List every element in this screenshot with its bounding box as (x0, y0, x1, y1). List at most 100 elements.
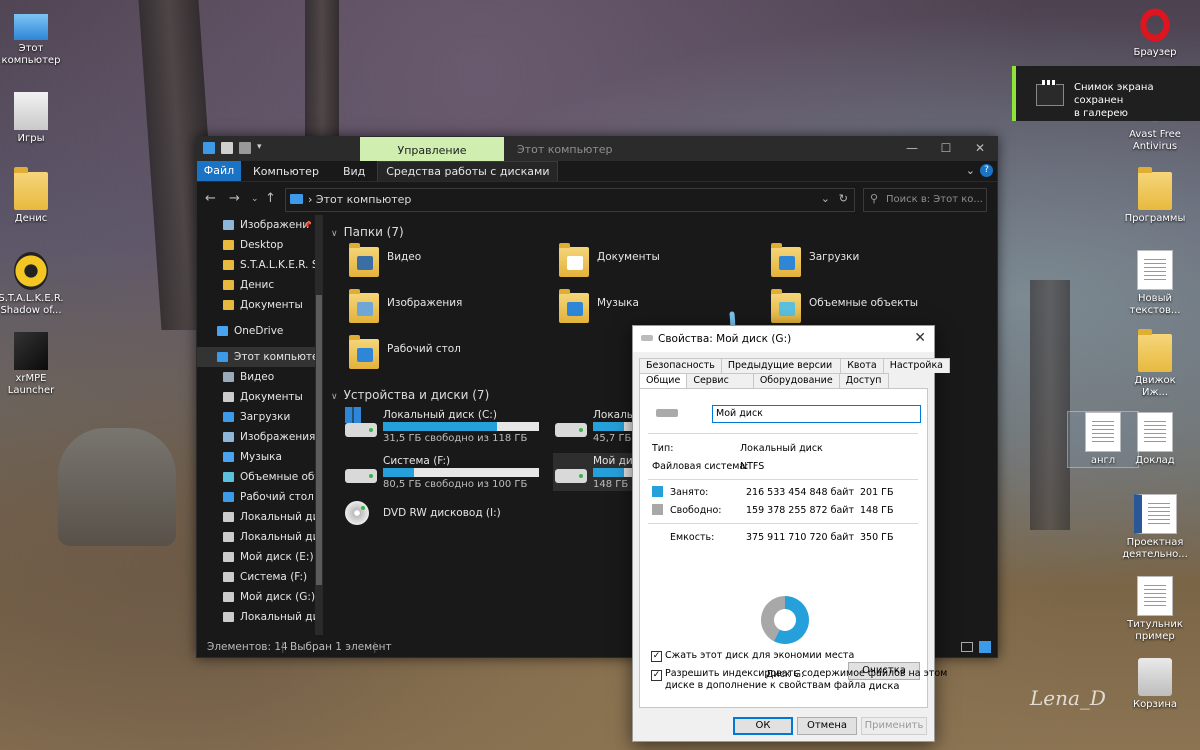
drive-name-field[interactable]: Мой диск (712, 405, 921, 423)
chevron-down-icon[interactable]: ⌄ (821, 192, 830, 205)
drives-section-header[interactable]: ∨ Устройства и диски (7) (331, 388, 489, 402)
desktop-icon-12[interactable]: Проектная деятельно... (1120, 494, 1190, 561)
folders-header-label: Папки (7) (343, 225, 404, 239)
forward-arrow-icon[interactable]: → (229, 191, 240, 206)
desktop-icon-3[interactable]: S.T.A.L.K.E.R. Shadow of... (0, 252, 66, 317)
help-icon[interactable]: ? (980, 164, 993, 177)
chevron-down-icon[interactable]: ⌄ (966, 164, 975, 177)
desktop-icon-11[interactable]: Доклад (1120, 412, 1190, 467)
index-label-line2: диске в дополнение к свойствам файла (665, 680, 866, 691)
nav-item[interactable]: Денис (197, 275, 317, 295)
nav-item[interactable]: Видео (197, 367, 317, 387)
dialog-tab[interactable]: Настройка (882, 358, 951, 373)
nav-item[interactable]: Документы (197, 295, 317, 315)
nav-scrollbar[interactable] (315, 215, 323, 635)
desktop-icon-5[interactable]: Браузер (1120, 6, 1190, 59)
ok-button[interactable]: ОК (733, 717, 793, 735)
address-bar[interactable]: › Этот компьютер ⌄ ↻ (285, 188, 855, 212)
tab-manage[interactable]: Управление (360, 137, 504, 161)
desktop-icon-4[interactable]: xrMPE Launcher (0, 332, 66, 397)
breadcrumb-item[interactable]: Этот компьютер (316, 193, 412, 206)
nav-item[interactable]: Рабочий стол (197, 487, 317, 507)
search-input[interactable]: ⚲ Поиск в: Этот ко... (863, 188, 987, 212)
close-icon[interactable]: ✕ (914, 330, 926, 346)
cancel-button[interactable]: Отмена (797, 717, 857, 735)
divider (648, 523, 918, 524)
nav-item[interactable]: Изображени 📌 (197, 215, 317, 235)
folder-overlay-icon (357, 348, 373, 362)
nav-item[interactable]: Мой диск (E:) (197, 547, 317, 567)
nav-item[interactable]: Мой диск (G:) (197, 587, 317, 607)
dialog-tab[interactable]: Доступ (838, 373, 889, 388)
download-icon (223, 412, 234, 422)
computer-icon (290, 194, 303, 204)
new-folder-icon[interactable] (239, 142, 251, 154)
tab-view[interactable]: Вид (331, 165, 377, 178)
drive-item[interactable]: DVD RW дисковод (I:) (343, 497, 553, 535)
folder-item[interactable]: Изображения (349, 289, 539, 331)
nav-item[interactable]: Локальный дис (197, 607, 317, 627)
tab-computer[interactable]: Компьютер (241, 165, 331, 178)
nav-item-label: Мой диск (E:) (240, 551, 314, 563)
document-icon (1137, 576, 1173, 616)
nav-item[interactable]: Локальный дис (197, 527, 317, 547)
desktop-icon-14[interactable]: Корзина (1120, 658, 1190, 711)
screenshot-toast[interactable]: Снимок экрана сохранен в галерею (1012, 66, 1200, 121)
used-gb: 201 ГБ (860, 487, 894, 498)
folder-item[interactable]: Рабочий стол (349, 335, 539, 377)
close-button[interactable]: ✕ (963, 137, 997, 161)
back-arrow-icon[interactable]: ← (205, 191, 216, 206)
drive-item[interactable]: Локальный диск (C:) 31,5 ГБ свободно из 1… (343, 407, 553, 445)
nav-item[interactable]: S.T.A.L.K.E.R. Sha (197, 255, 317, 275)
refresh-icon[interactable]: ↻ (839, 192, 848, 205)
nav-item[interactable]: Локальный дис (197, 507, 317, 527)
drive-usage-fill (383, 468, 415, 477)
details-view-icon[interactable] (961, 642, 973, 652)
computer-icon[interactable] (203, 142, 215, 154)
up-arrow-icon[interactable]: ↑ (265, 191, 276, 206)
customize-toolbar-icon[interactable]: ▾ (257, 142, 265, 154)
minimize-button[interactable]: — (895, 137, 929, 161)
desktop-icon-1[interactable]: Игры (0, 92, 66, 145)
tab-file[interactable]: Файл (197, 161, 241, 181)
nav-item-label: Объемные объе (240, 471, 317, 483)
nav-item[interactable]: Музыка (197, 447, 317, 467)
scroll-thumb[interactable] (316, 295, 322, 585)
desktop-icon (223, 492, 234, 502)
apply-button[interactable]: Применить (861, 717, 927, 735)
folder-item[interactable]: Документы (559, 243, 749, 285)
large-icons-view-icon[interactable] (979, 641, 991, 653)
desktop-icon-2[interactable]: Денис (0, 167, 66, 225)
maximize-button[interactable]: ☐ (929, 137, 963, 161)
nav-item[interactable]: Загрузки (197, 407, 317, 427)
pictures-icon (223, 220, 234, 230)
tab-drive-tools[interactable]: Средства работы с дисками (377, 161, 559, 181)
nav-item[interactable]: Изображения (197, 427, 317, 447)
index-checkbox[interactable]: ✓ (651, 670, 662, 681)
folder-item[interactable]: Загрузки (771, 243, 961, 285)
nav-item[interactable]: Этот компьютер (197, 347, 317, 367)
nav-item[interactable]: Объемные объе (197, 467, 317, 487)
nav-item[interactable]: Desktop (197, 235, 317, 255)
recent-locations-icon[interactable]: ⌄ (251, 194, 259, 204)
folder-overlay-icon (567, 256, 583, 270)
folders-section-header[interactable]: ∨ Папки (7) (331, 225, 404, 239)
desktop-icon-9[interactable]: Движок Иж... (1120, 329, 1190, 399)
dialog-tab[interactable]: Предыдущие версии (720, 358, 842, 373)
folder-item[interactable]: Видео (349, 243, 539, 285)
compress-checkbox[interactable]: ✓ (651, 651, 662, 662)
desktop-icon-0[interactable]: Этот компьютер (0, 8, 66, 67)
nav-item[interactable]: Система (F:) (197, 567, 317, 587)
desktop-icon-13[interactable]: Титульник пример (1120, 576, 1190, 643)
breadcrumb[interactable]: › Этот компьютер (308, 193, 411, 206)
dialog-tab[interactable]: Оборудование (752, 373, 840, 388)
dialog-tab[interactable]: Сервис (686, 373, 754, 388)
desktop-icon-8[interactable]: Новый текстов... (1120, 250, 1190, 317)
nav-item[interactable]: Документы (197, 387, 317, 407)
desktop-icon-7[interactable]: Программы (1120, 167, 1190, 225)
dialog-tab[interactable]: Квота (840, 358, 884, 373)
nav-item[interactable]: OneDrive (197, 321, 317, 341)
dialog-tab[interactable]: Безопасность (639, 358, 722, 373)
drive-item[interactable]: Система (F:) 80,5 ГБ свободно из 100 ГБ (343, 453, 553, 491)
properties-icon[interactable] (221, 142, 233, 154)
